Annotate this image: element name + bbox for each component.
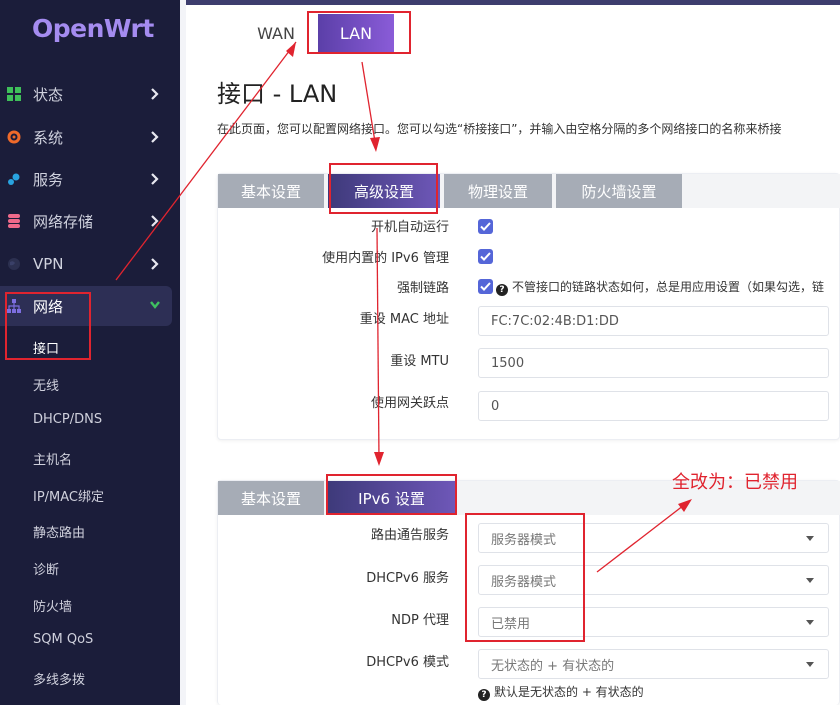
arrow-note-to-selects (596, 501, 689, 573)
arrowhead (286, 42, 296, 57)
arrowhead (370, 137, 380, 152)
arrow-lan-to-advanced (361, 61, 377, 149)
arrowhead (374, 452, 384, 466)
annotation-arrows (115, 41, 692, 573)
annotation-note: 全改为：已禁用 (672, 472, 798, 493)
arrow-sidebar-to-lan (115, 41, 297, 281)
arrowhead (678, 499, 692, 512)
arrow-advanced-to-ipv6 (376, 227, 380, 461)
